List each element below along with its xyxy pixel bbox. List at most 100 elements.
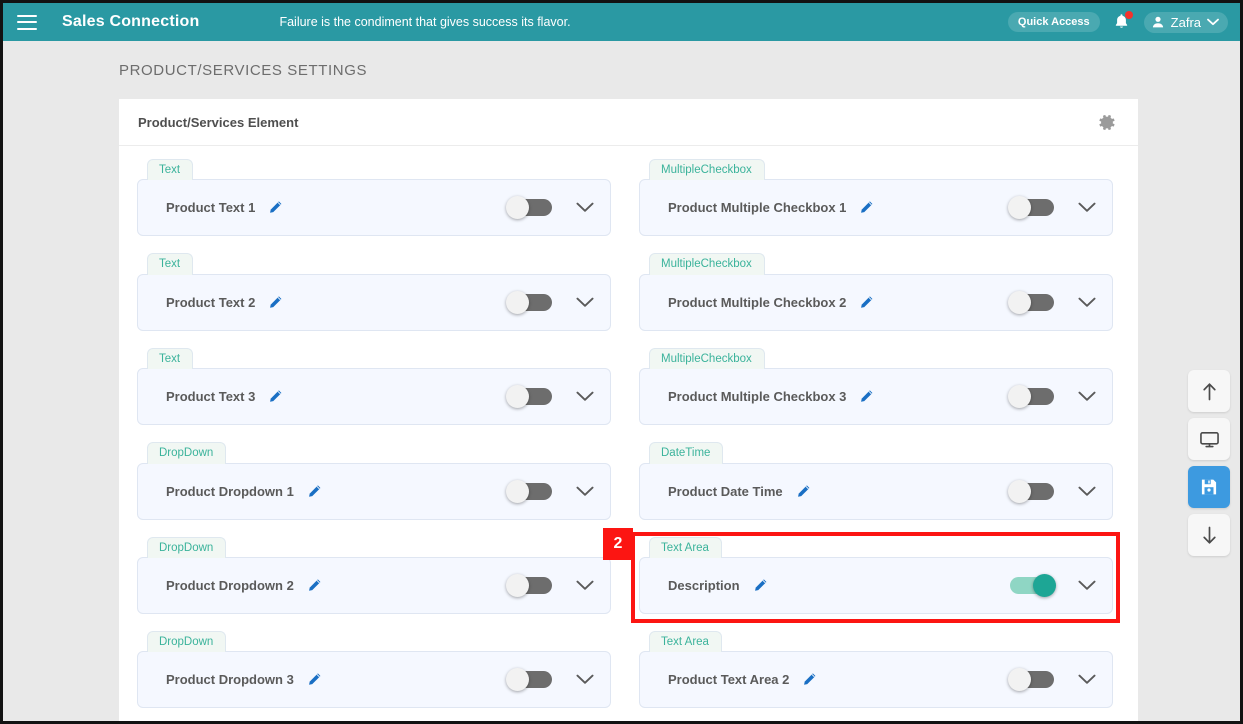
toggle-knob	[506, 668, 529, 692]
element-card: DropDown Product Dropdown 2	[137, 536, 611, 614]
element-enable-toggle[interactable]	[506, 290, 552, 314]
scroll-to-bottom-button[interactable]	[1188, 514, 1230, 556]
monitor-icon	[1199, 431, 1219, 447]
element-card: Text Product Text 3	[137, 347, 611, 426]
element-card-body: Product Dropdown 1	[137, 462, 611, 520]
user-menu[interactable]: Zafra	[1143, 11, 1228, 33]
element-card-body: Product Text 1	[137, 179, 611, 237]
edit-pencil-icon[interactable]	[859, 295, 874, 310]
expand-chevron-icon[interactable]	[1078, 202, 1096, 213]
highlight-step-number: 2	[603, 527, 633, 560]
preview-display-button[interactable]	[1188, 418, 1230, 460]
element-card-controls	[1008, 479, 1096, 503]
edit-pencil-icon[interactable]	[859, 200, 874, 215]
quick-access-button[interactable]: Quick Access	[1007, 12, 1100, 32]
expand-chevron-icon[interactable]	[576, 202, 594, 213]
hamburger-menu-icon[interactable]	[17, 14, 37, 30]
edit-pencil-icon[interactable]	[307, 484, 322, 499]
element-card-body: Product Multiple Checkbox 1	[639, 179, 1113, 237]
floating-action-rail	[1188, 370, 1230, 556]
element-enable-toggle[interactable]	[506, 668, 552, 692]
element-name-label: Product Dropdown 2	[166, 577, 294, 593]
element-enable-toggle[interactable]	[506, 479, 552, 503]
scroll-to-top-button[interactable]	[1188, 370, 1230, 412]
element-type-badge: DropDown	[147, 536, 227, 558]
element-name-label: Product Text 3	[166, 389, 256, 405]
edit-pencil-icon[interactable]	[859, 389, 874, 404]
element-card: MultipleCheckbox Product Multiple Checkbo…	[639, 347, 1113, 426]
top-bar-actions: Quick Access Zafra	[1007, 11, 1228, 33]
save-icon	[1201, 479, 1217, 495]
element-type-badge: DateTime	[649, 442, 724, 464]
element-card: Text Product Text 2	[137, 253, 611, 331]
panel-title: Product/Services Element	[138, 114, 299, 130]
element-enable-toggle[interactable]	[506, 573, 552, 597]
element-enable-toggle[interactable]	[1008, 385, 1054, 409]
header-tagline: Failure is the condiment that gives succ…	[279, 15, 571, 29]
edit-pencil-icon[interactable]	[753, 578, 768, 593]
element-card-controls	[506, 668, 594, 692]
element-name-label: Product Multiple Checkbox 3	[668, 389, 847, 405]
arrow-up-icon	[1202, 382, 1216, 400]
expand-chevron-icon[interactable]	[1078, 674, 1096, 685]
element-name-label: Product Multiple Checkbox 1	[668, 200, 847, 216]
element-enable-toggle[interactable]	[1008, 290, 1054, 314]
element-card-body: Product Text 3	[137, 368, 611, 426]
element-enable-toggle[interactable]	[506, 196, 552, 220]
element-type-badge: MultipleCheckbox	[649, 347, 765, 370]
expand-chevron-icon[interactable]	[1078, 391, 1096, 402]
edit-pencil-icon[interactable]	[307, 672, 322, 687]
toggle-knob	[506, 196, 529, 220]
element-enable-toggle[interactable]	[1010, 573, 1056, 597]
element-card-controls	[506, 385, 594, 409]
element-card-body: Product Text 2	[137, 273, 611, 331]
page-title: PRODUCT/SERVICES SETTINGS	[119, 62, 368, 79]
element-type-badge: MultipleCheckbox	[649, 159, 765, 181]
element-enable-toggle[interactable]	[1008, 668, 1054, 692]
toggle-knob	[1008, 479, 1031, 503]
element-name-label: Product Date Time	[668, 483, 783, 499]
expand-chevron-icon[interactable]	[576, 391, 594, 402]
element-enable-toggle[interactable]	[1008, 196, 1054, 220]
element-type-badge: Text	[147, 253, 194, 275]
save-button[interactable]	[1188, 466, 1230, 508]
edit-pencil-icon[interactable]	[268, 200, 283, 215]
toggle-knob	[506, 479, 529, 503]
element-card: Text Area Description 2	[603, 527, 1120, 623]
edit-pencil-icon[interactable]	[802, 672, 817, 687]
edit-pencil-icon[interactable]	[268, 295, 283, 310]
expand-chevron-icon[interactable]	[1078, 486, 1096, 497]
element-card-controls	[1008, 290, 1096, 314]
expand-chevron-icon[interactable]	[576, 674, 594, 685]
toggle-knob	[506, 290, 529, 314]
element-enable-toggle[interactable]	[506, 385, 552, 409]
edit-pencil-icon[interactable]	[307, 578, 322, 593]
element-card-controls	[506, 290, 594, 314]
expand-chevron-icon[interactable]	[1078, 580, 1096, 591]
gear-icon[interactable]	[1097, 113, 1116, 132]
expand-chevron-icon[interactable]	[576, 580, 594, 591]
chevron-down-icon	[1207, 18, 1219, 26]
element-card: Text Product Text 1	[137, 159, 611, 237]
edit-pencil-icon[interactable]	[268, 389, 283, 404]
left-element-column: Text Product Text 1 Text Product Text 2 Text…	[137, 159, 611, 721]
expand-chevron-icon[interactable]	[1078, 297, 1096, 308]
element-name-label: Product Text 2	[166, 294, 256, 310]
product-services-element-panel: Product/Services Element Text Product Tex…	[119, 99, 1138, 721]
element-card: MultipleCheckbox Product Multiple Checkbo…	[639, 253, 1113, 331]
edit-pencil-icon[interactable]	[796, 484, 811, 499]
toggle-knob	[1033, 573, 1056, 597]
notifications-button[interactable]	[1112, 11, 1133, 33]
expand-chevron-icon[interactable]	[576, 297, 594, 308]
element-enable-toggle[interactable]	[1008, 479, 1054, 503]
element-card: DropDown Product Dropdown 1	[137, 442, 611, 520]
app-brand-title: Sales Connection	[62, 13, 200, 30]
element-card-controls	[1008, 385, 1096, 409]
element-card-controls	[1008, 196, 1096, 220]
element-card-body: Product Dropdown 2	[137, 556, 611, 614]
element-name-label: Product Text Area 2	[668, 672, 790, 688]
expand-chevron-icon[interactable]	[576, 486, 594, 497]
element-card-body: Product Multiple Checkbox 2	[639, 273, 1113, 331]
element-type-badge: Text	[147, 347, 194, 370]
element-card-body: Description	[639, 556, 1113, 614]
